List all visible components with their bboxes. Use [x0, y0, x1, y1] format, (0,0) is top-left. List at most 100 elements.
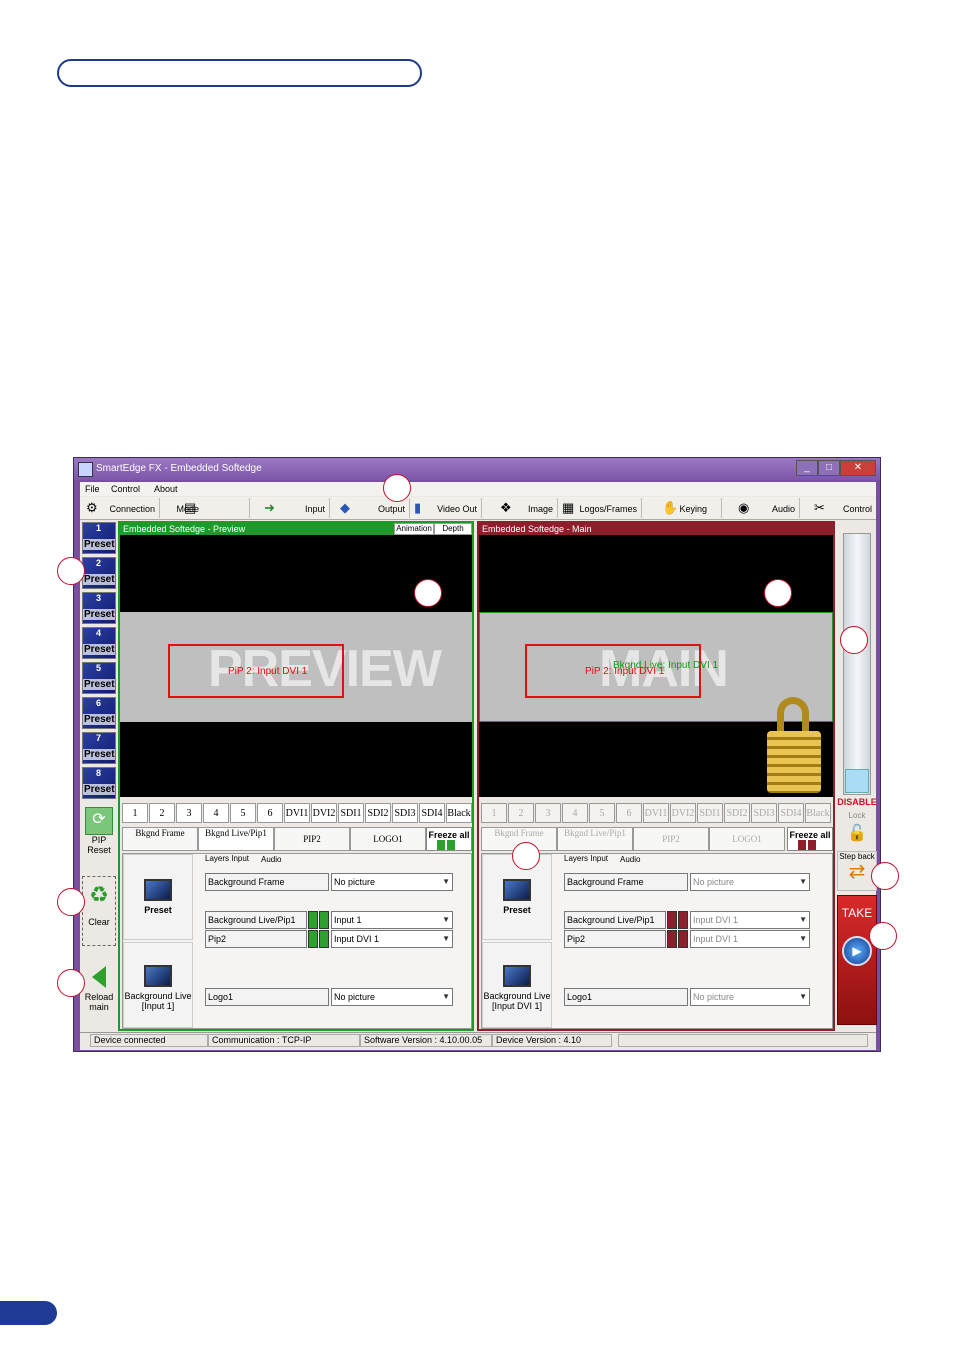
preview-source-dvi2[interactable]: DVI2 — [311, 803, 337, 823]
preview-freeze-all-button[interactable]: Freeze all — [426, 827, 472, 851]
preview-pip2-select[interactable]: Input DVI 1 ▼ — [331, 930, 453, 948]
status-device: Device connected — [90, 1034, 208, 1047]
main-subtab-audio[interactable]: Audio — [620, 855, 640, 864]
take-button[interactable]: TAKE ▶ — [837, 895, 877, 1025]
preview-source-sdi3[interactable]: SDI3 — [392, 803, 418, 823]
reload-main-button[interactable]: Reload main — [82, 966, 116, 1018]
preview-layer-tabs: Bkgnd Frame Bkgnd Live/Pip1 PIP2 LOGO1 F… — [122, 827, 472, 851]
toolbar-audio[interactable]: ◉ Audio — [722, 498, 800, 518]
main-source-sdi3: SDI3 — [751, 803, 777, 823]
preset-number: 1 — [95, 523, 101, 533]
main-freeze-all-button[interactable]: Freeze all — [787, 827, 833, 851]
close-button[interactable]: ✕ — [840, 460, 876, 476]
menu-about[interactable]: About — [154, 484, 178, 494]
toolbar-keying[interactable]: ✋ Keying — [642, 498, 722, 518]
main-subtab-layers-input[interactable]: Layers Input — [564, 854, 608, 863]
step-back-label: Step back — [839, 852, 875, 861]
maximize-button[interactable]: □ — [818, 460, 840, 476]
preset-3-button[interactable]: 3 Preset — [82, 592, 116, 624]
tab-animation[interactable]: Animation — [394, 523, 434, 535]
status-bar: Device connected Communication : TCP-IP … — [80, 1032, 876, 1049]
toolbar-input[interactable]: ➜ Input — [250, 498, 330, 518]
title-bar[interactable]: SmartEdge FX - Embedded Softedge _ □ ✕ — [74, 458, 880, 480]
preview-row-logo1-label: Logo1 — [205, 988, 329, 1006]
preset-6-button[interactable]: 6 Preset — [82, 697, 116, 729]
preset-8-button[interactable]: 8 Preset — [82, 767, 116, 799]
toolbar-connection[interactable]: ⚙ Connection — [80, 498, 160, 518]
preview-source-6[interactable]: 6 — [257, 803, 283, 823]
preview-source-2[interactable]: 2 — [149, 803, 175, 823]
main-row-logo1-label: Logo1 — [564, 988, 688, 1006]
main-source-6: 6 — [616, 803, 642, 823]
toolbar-image[interactable]: ❖ Image — [482, 498, 558, 518]
preview-source-black[interactable]: Black — [446, 803, 472, 823]
select-value: Input DVI 1 — [334, 934, 380, 944]
preset-btn-label: Preset — [503, 905, 531, 915]
preview-tab-pip2[interactable]: PIP2 — [274, 827, 350, 851]
toolbar-label: Output — [377, 504, 405, 514]
preview-source-sdi4[interactable]: SDI4 — [419, 803, 445, 823]
monitor-icon — [144, 965, 172, 987]
preview-bkgnd-live-toggle[interactable] — [319, 911, 329, 929]
preset-2-button[interactable]: 2 Preset — [82, 557, 116, 589]
preset-1-button[interactable]: 1 Preset — [82, 522, 116, 554]
status-device-version: Device Version : 4.10 — [492, 1034, 612, 1047]
preview-pip2-toggle[interactable] — [319, 930, 329, 948]
preset-number: 8 — [95, 768, 101, 778]
preset-label: Preset — [83, 574, 115, 585]
pip-reset-button[interactable]: ⟳ PIP Reset — [82, 807, 116, 867]
preview-source-4[interactable]: 4 — [203, 803, 229, 823]
toolbar-label: Keying — [679, 504, 707, 514]
minimize-button[interactable]: _ — [796, 460, 818, 476]
transition-slider[interactable] — [843, 533, 871, 795]
freeze-indicator — [808, 840, 816, 850]
tab-depth[interactable]: Depth — [434, 523, 472, 535]
preview-bg-live-button[interactable]: Background Live [Input 1] — [123, 942, 193, 1028]
preset-label: Preset — [83, 539, 115, 550]
preset-5-button[interactable]: 5 Preset — [82, 662, 116, 694]
preview-source-5[interactable]: 5 — [230, 803, 256, 823]
menu-control[interactable]: Control — [111, 484, 140, 494]
preview-tab-logo1[interactable]: LOGO1 — [350, 827, 426, 851]
preview-source-sdi2[interactable]: SDI2 — [365, 803, 391, 823]
main-row-pip2-label: Pip2 — [564, 930, 666, 948]
bg-live-btn-label: Background Live [Input 1] — [124, 991, 192, 1011]
toolbar-video-out[interactable]: ▮ Video Out — [410, 498, 482, 518]
toolbar-mode[interactable]: ▤ Mode — [160, 498, 250, 518]
freeze-indicator — [798, 840, 806, 850]
menu-file[interactable]: File — [85, 484, 100, 494]
toolbar-label: Mode — [176, 504, 199, 514]
main-pip2-toggle — [678, 930, 688, 948]
preview-source-1[interactable]: 1 — [122, 803, 148, 823]
preview-subtab-audio[interactable]: Audio — [261, 855, 281, 864]
main-source-sdi4: SDI4 — [778, 803, 804, 823]
slider-handle[interactable] — [845, 769, 869, 793]
main-source-5: 5 — [589, 803, 615, 823]
preview-source-3[interactable]: 3 — [176, 803, 202, 823]
preview-pip2-toggle[interactable] — [308, 930, 318, 948]
preview-source-sdi1[interactable]: SDI1 — [338, 803, 364, 823]
input-icon: ➜ — [264, 500, 275, 515]
toolbar-control[interactable]: ✂ Control — [800, 498, 876, 518]
preview-source-dvi1[interactable]: DVI1 — [284, 803, 310, 823]
preview-screen[interactable]: PREVIEW PiP 2: Input DVI 1 — [120, 535, 472, 797]
preview-bkgnd-frame-select[interactable]: No picture ▼ — [331, 873, 453, 891]
client-area: File Control About ⚙ Connection ▤ Mode ➜… — [80, 482, 877, 1050]
preview-subtab-layers-input[interactable]: Layers Input — [205, 854, 249, 863]
preset-4-button[interactable]: 4 Preset — [82, 627, 116, 659]
preview-bkgnd-live-select[interactable]: Input 1 ▼ — [331, 911, 453, 929]
preview-tab-bkgnd-live[interactable]: Bkgnd Live/Pip1 — [198, 827, 274, 851]
callout-circle — [869, 922, 897, 950]
preview-bkgnd-live-toggle[interactable] — [308, 911, 318, 929]
clear-button[interactable]: ♻ Clear — [82, 876, 116, 946]
toolbar-logos-frames[interactable]: ▦ Logos/Frames — [558, 498, 642, 518]
preview-logo1-select[interactable]: No picture ▼ — [331, 988, 453, 1006]
toolbar-label: Image — [527, 504, 553, 514]
preview-tab-bkgnd-frame[interactable]: Bkgnd Frame — [122, 827, 198, 851]
select-value: No picture — [334, 877, 376, 887]
preset-7-button[interactable]: 7 Preset — [82, 732, 116, 764]
main-bg-live-button[interactable]: Background Live [Input DVI 1] — [482, 942, 552, 1028]
unlock-icon[interactable]: 🔓 — [847, 823, 867, 845]
preview-preset-button[interactable]: Preset — [123, 854, 193, 940]
window-title: SmartEdge FX - Embedded Softedge — [96, 463, 262, 474]
